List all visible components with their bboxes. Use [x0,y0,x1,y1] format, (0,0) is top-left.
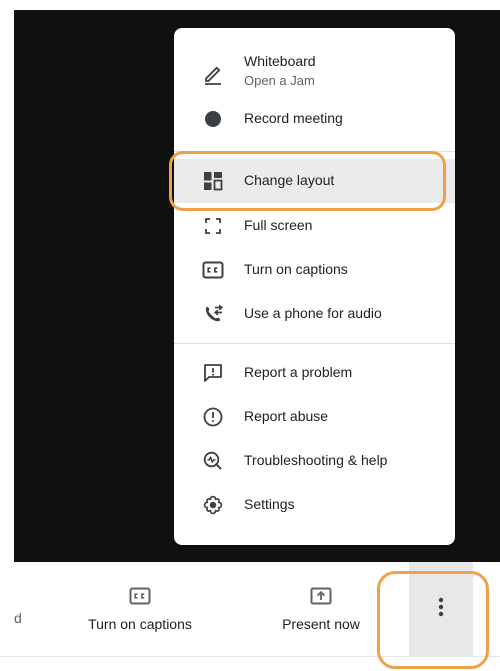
present-now-button[interactable]: Present now [266,580,376,642]
layout-icon [201,169,225,193]
menu-divider-2 [174,343,455,344]
report-abuse-icon [201,405,225,429]
menu-item-turn-on-captions[interactable]: Turn on captions [174,248,455,292]
menu-item-use-phone-audio[interactable]: Use a phone for audio [174,292,455,336]
captions-icon [127,584,153,608]
more-vertical-icon [438,597,444,622]
menu-item-report-abuse[interactable]: Report abuse [174,395,455,439]
turn-on-captions-label: Turn on captions [88,616,192,632]
turn-on-captions-button[interactable]: Turn on captions [75,580,205,642]
troubleshooting-icon [201,449,225,473]
menu-item-use-phone-audio-label: Use a phone for audio [244,305,382,321]
more-options-button[interactable] [409,562,473,657]
menu-item-report-abuse-label: Report abuse [244,408,329,424]
report-problem-icon [201,361,225,385]
menu-item-report-problem[interactable]: Report a problem [174,351,455,395]
menu-item-change-layout[interactable]: Change layout [174,159,455,203]
menu-divider-1 [174,151,455,152]
menu-item-whiteboard-label: Whiteboard [244,53,316,69]
menu-item-turn-on-captions-label: Turn on captions [244,261,348,277]
record-icon [201,107,225,131]
menu-item-full-screen-label: Full screen [244,217,313,233]
menu-item-record-meeting[interactable]: Record meeting [174,97,455,141]
menu-item-settings-label: Settings [244,496,295,512]
menu-item-troubleshooting-help-label: Troubleshooting & help [244,452,388,468]
menu-item-troubleshooting-help[interactable]: Troubleshooting & help [174,439,455,483]
menu-item-record-meeting-label: Record meeting [244,110,343,126]
present-icon [308,584,334,608]
captions-icon [201,258,225,282]
menu-item-whiteboard-sublabel: Open a Jam [244,73,315,88]
menu-item-report-problem-label: Report a problem [244,364,353,380]
phone-audio-icon [201,302,225,326]
menu-item-change-layout-label: Change layout [244,172,335,188]
fullscreen-icon [201,214,225,238]
present-now-label: Present now [282,616,360,632]
pencil-icon [201,62,225,86]
menu-item-full-screen[interactable]: Full screen [174,204,455,248]
settings-icon [201,493,225,517]
more-options-menu: Whiteboard Open a Jam Record meeting Cha… [174,28,455,545]
partial-control-label: d [14,610,22,626]
menu-item-settings[interactable]: Settings [174,483,455,527]
